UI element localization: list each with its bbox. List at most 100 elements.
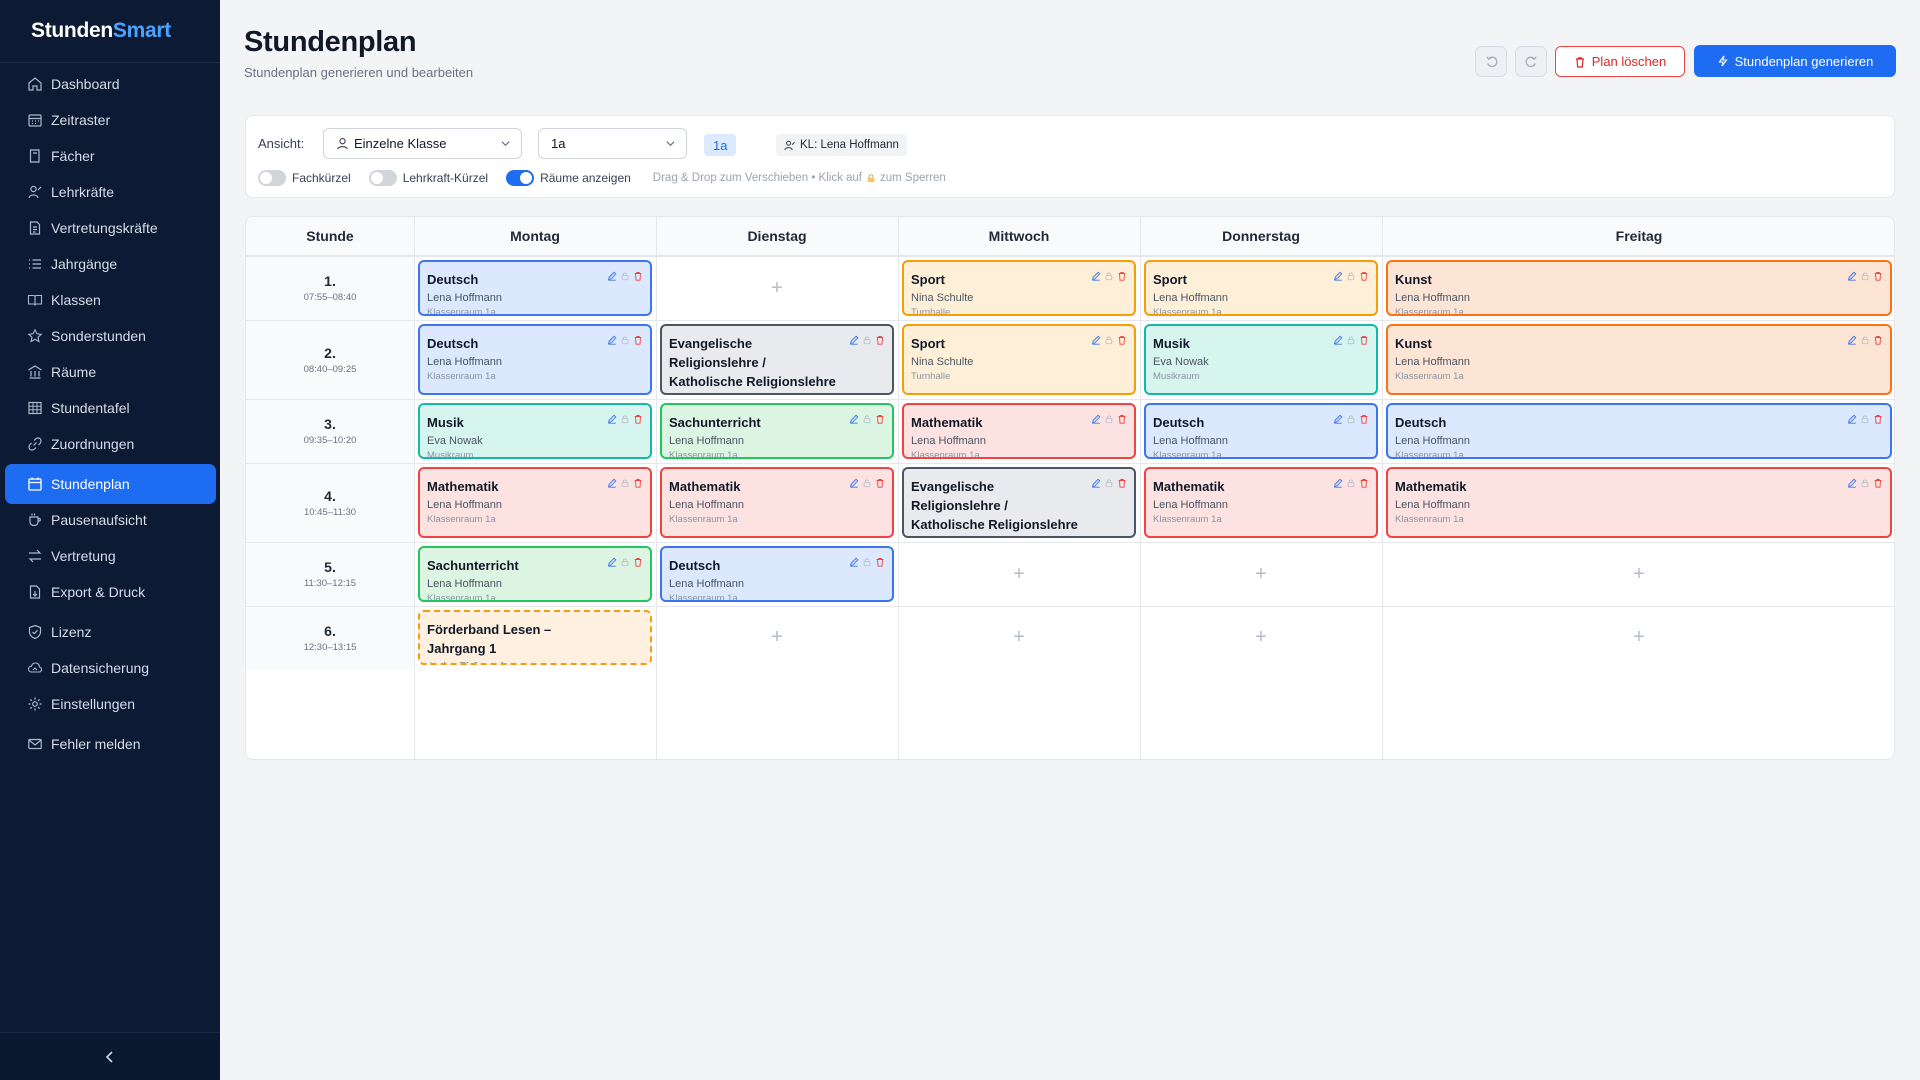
lesson-card[interactable]: Evangelische Religionslehre / Katholisch… [660,324,894,395]
edit-icon[interactable] [1091,335,1101,345]
empty-slot-add-button[interactable]: + [898,606,1140,669]
trash-icon[interactable] [1117,478,1127,488]
lesson-card[interactable]: Mathematik Lena Hoffmann Klassenraum 1a [902,403,1136,459]
edit-icon[interactable] [1847,335,1857,345]
lesson-card[interactable]: Deutsch Lena Hoffmann Klassenraum 1a [418,324,652,395]
delete-plan-button[interactable]: Plan löschen [1555,46,1685,77]
lesson-card[interactable]: Deutsch Lena Hoffmann Klassenraum 1a [1386,403,1892,459]
lesson-card[interactable]: Deutsch Lena Hoffmann Klassenraum 1a [418,260,652,316]
collapse-sidebar-button[interactable] [0,1032,220,1080]
trash-icon[interactable] [1873,271,1883,281]
sidebar-item-lehrkräfte[interactable]: Lehrkräfte [5,172,216,212]
sidebar-item-stundentafel[interactable]: Stundentafel [5,388,216,428]
lock-icon[interactable] [1860,478,1870,488]
edit-icon[interactable] [1333,271,1343,281]
lesson-card[interactable]: Förderband Lesen – Jahrgang 1 Amira El-Sa… [418,610,652,665]
sidebar-item-klassen[interactable]: Klassen [5,280,216,320]
lock-icon[interactable] [1860,335,1870,345]
edit-icon[interactable] [1091,414,1101,424]
sidebar-item-vertretung[interactable]: Vertretung [5,536,216,576]
lock-icon[interactable] [1860,271,1870,281]
lock-icon[interactable] [620,414,630,424]
edit-icon[interactable] [1847,271,1857,281]
lesson-card[interactable]: Mathematik Lena Hoffmann Klassenraum 1a [1386,467,1892,538]
lesson-card[interactable]: Deutsch Lena Hoffmann Klassenraum 1a [1144,403,1378,459]
toggle-switch-1[interactable] [258,170,286,186]
lesson-card[interactable]: Evangelische Religionslehre / Katholisch… [902,467,1136,538]
edit-icon[interactable] [849,557,859,567]
lesson-card[interactable]: Mathematik Lena Hoffmann Klassenraum 1a [660,467,894,538]
lock-icon[interactable] [1346,414,1356,424]
lesson-card[interactable]: Sachunterricht Lena Hoffmann Klassenraum 1… [418,546,652,602]
sidebar-item-zeitraster[interactable]: Zeitraster [5,100,216,140]
lock-icon[interactable] [620,335,630,345]
lock-icon[interactable] [620,478,630,488]
edit-icon[interactable] [1847,414,1857,424]
edit-icon[interactable] [849,478,859,488]
empty-slot-add-button[interactable]: + [898,542,1140,606]
toggle-switch-2[interactable] [368,170,397,186]
sidebar-item-fehler-melden[interactable]: Fehler melden [5,724,216,764]
lesson-card[interactable]: Musik Eva Nowak Musikraum [418,403,652,459]
edit-icon[interactable] [1847,478,1857,488]
trash-icon[interactable] [633,414,643,424]
empty-slot-add-button[interactable]: + [656,256,898,320]
edit-icon[interactable] [849,414,859,424]
lock-icon[interactable] [1346,478,1356,488]
lesson-card[interactable]: Kunst Lena Hoffmann Klassenraum 1a [1386,324,1892,395]
lock-icon[interactable] [1104,478,1114,488]
edit-icon[interactable] [607,335,617,345]
trash-icon[interactable] [1873,414,1883,424]
edit-icon[interactable] [607,478,617,488]
lock-icon[interactable] [862,414,872,424]
edit-icon[interactable] [607,271,617,281]
redo-button[interactable] [1515,46,1547,77]
sidebar-item-fächer[interactable]: Fächer [5,136,216,176]
lesson-card[interactable]: Musik Eva Nowak Musikraum [1144,324,1378,395]
trash-icon[interactable] [1117,335,1127,345]
lesson-card[interactable]: Mathematik Lena Hoffmann Klassenraum 1a [1144,467,1378,538]
lesson-card[interactable]: Mathematik Lena Hoffmann Klassenraum 1a [418,467,652,538]
lesson-card[interactable]: Sport Lena Hoffmann Klassenraum 1a [1144,260,1378,316]
sidebar-item-pausenaufsicht[interactable]: Pausenaufsicht [5,500,216,540]
lock-icon[interactable] [1346,335,1356,345]
sidebar-item-einstellungen[interactable]: Einstellungen [5,684,216,724]
trash-icon[interactable] [1117,271,1127,281]
lock-icon[interactable] [1104,335,1114,345]
sidebar-item-dashboard[interactable]: Dashboard [5,64,216,104]
empty-slot-add-button[interactable]: + [1382,606,1894,669]
lesson-card[interactable]: Deutsch Lena Hoffmann Klassenraum 1a [660,546,894,602]
edit-icon[interactable] [1333,414,1343,424]
lesson-card[interactable]: Sachunterricht Lena Hoffmann Klassenraum 1… [660,403,894,459]
trash-icon[interactable] [1359,271,1369,281]
class-select[interactable]: 1a [538,128,687,159]
trash-icon[interactable] [1359,335,1369,345]
lesson-card[interactable]: Sport Nina Schulte Turnhalle [902,324,1136,395]
sidebar-item-datensicherung[interactable]: Datensicherung [5,648,216,688]
lock-icon[interactable] [1346,271,1356,281]
toggle-switch-3[interactable] [506,170,535,186]
sidebar-item-zuordnungen[interactable]: Zuordnungen [5,424,216,464]
trash-icon[interactable] [1117,414,1127,424]
trash-icon[interactable] [875,414,885,424]
trash-icon[interactable] [633,557,643,567]
sidebar-item-stundenplan[interactable]: Stundenplan [5,464,216,504]
trash-icon[interactable] [1873,335,1883,345]
trash-icon[interactable] [1359,414,1369,424]
view-select[interactable]: Einzelne Klasse [323,128,522,159]
lock-icon[interactable] [1104,414,1114,424]
undo-button[interactable] [1475,46,1507,77]
sidebar-item-sonderstunden[interactable]: Sonderstunden [5,316,216,356]
lesson-card[interactable]: Sport Nina Schulte Turnhalle [902,260,1136,316]
edit-icon[interactable] [1333,335,1343,345]
brand-logo[interactable]: Stunden Smart [0,0,220,63]
trash-icon[interactable] [633,335,643,345]
empty-slot-add-button[interactable]: + [656,606,898,669]
generate-plan-button[interactable]: Stundenplan generieren [1694,45,1896,77]
edit-icon[interactable] [1091,271,1101,281]
edit-icon[interactable] [607,414,617,424]
trash-icon[interactable] [633,271,643,281]
trash-icon[interactable] [875,478,885,488]
lock-icon[interactable] [620,271,630,281]
empty-slot-add-button[interactable]: + [1140,542,1382,606]
